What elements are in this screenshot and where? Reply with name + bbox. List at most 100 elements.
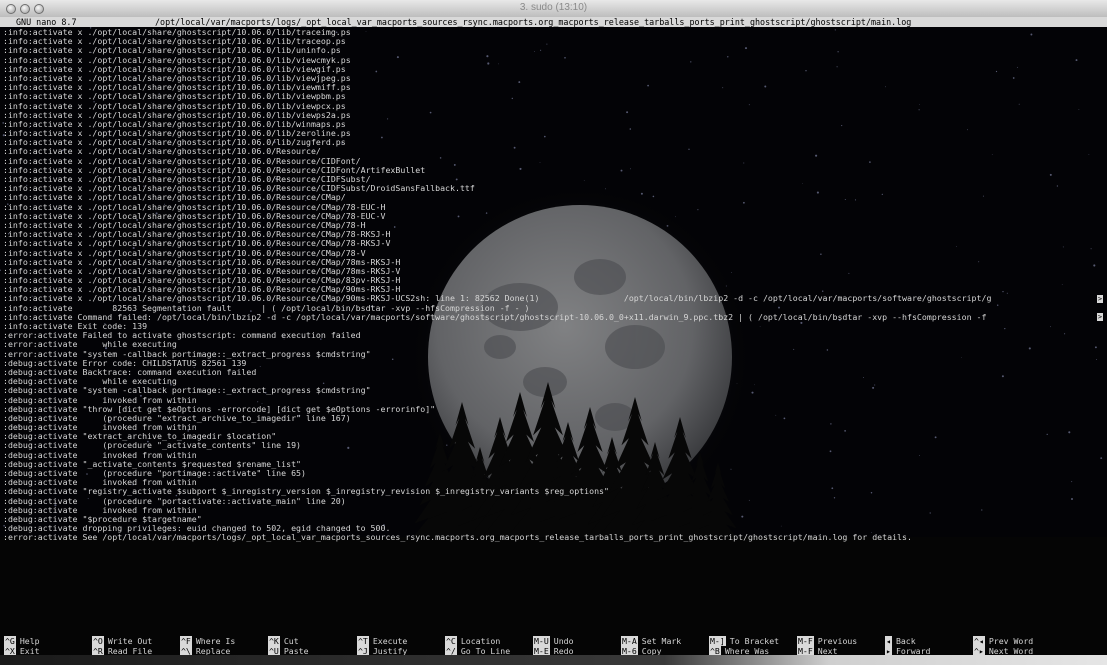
log-text-area[interactable]: :info:activate x ./opt/local/share/ghost…	[3, 28, 1103, 543]
log-line: :info:activate x ./opt/local/share/ghost…	[3, 55, 351, 65]
log-line: :info:activate x ./opt/local/share/ghost…	[3, 73, 351, 83]
shortcut-key: ^X	[4, 645, 16, 656]
nano-version: GNU nano 8.7	[16, 17, 77, 27]
log-line: :info:activate x ./opt/local/share/ghost…	[3, 202, 386, 212]
log-line: :info:activate Command failed: /opt/loca…	[3, 312, 992, 322]
log-line: :debug:activate "$procedure $targetname"	[3, 514, 202, 524]
log-line: :info:activate x ./opt/local/share/ghost…	[3, 138, 346, 148]
shortcut-key: ^\	[180, 645, 192, 656]
log-line: :error:activate "system -callback portim…	[3, 349, 371, 359]
log-line: :debug:activate "extract_archive_to_imag…	[3, 432, 277, 442]
log-line: :info:activate x ./opt/local/share/ghost…	[3, 184, 475, 194]
shortcut-label: Previous	[817, 636, 858, 646]
shortcut-key: ◂	[885, 636, 892, 646]
log-line: :info:activate x ./opt/local/share/ghost…	[3, 129, 351, 139]
shortcut-label: Back	[895, 636, 916, 646]
shortcut-label: Next	[817, 645, 838, 656]
log-line: :debug:activate (procedure "_activate_co…	[3, 441, 302, 451]
log-line: :info:activate Exit code: 139	[3, 322, 148, 331]
log-line: :info:activate x ./opt/local/share/ghost…	[3, 257, 401, 267]
shortcut-key: ^O	[92, 636, 104, 646]
log-line: :info:activate x ./opt/local/share/ghost…	[3, 211, 386, 221]
log-line: :info:activate x ./opt/local/share/ghost…	[3, 165, 426, 175]
log-line: :info:activate x ./opt/local/share/ghost…	[3, 248, 366, 258]
shortcut-label: Paste	[283, 645, 309, 656]
log-line: :debug:activate dropping privileges: eui…	[3, 524, 391, 534]
log-line: :debug:activate "_activate_contents $req…	[3, 459, 302, 469]
line-overflow-marker: >	[1097, 313, 1103, 322]
log-line: :info:activate x ./opt/local/share/ghost…	[3, 230, 391, 240]
log-line: :debug:activate "throw [dict get $eOptio…	[3, 404, 436, 414]
log-line: :info:activate x ./opt/local/share/ghost…	[3, 276, 401, 286]
shortcut-label: Redo	[553, 645, 574, 656]
log-line: :error:activate while executing	[3, 340, 177, 350]
log-line: :info:activate x ./opt/local/share/ghost…	[3, 239, 391, 249]
shortcut-label: Help	[19, 636, 40, 646]
shortcut-key: M-]	[709, 636, 726, 646]
shortcut-key: ^C	[445, 636, 457, 646]
log-line: :info:activate x ./opt/local/share/ghost…	[3, 37, 346, 47]
shortcut-key: ^F	[180, 636, 192, 646]
shortcut-key: ^G	[4, 636, 16, 646]
shortcut-label: Write Out	[107, 636, 153, 646]
log-line: :info:activate x ./opt/local/share/ghost…	[3, 92, 346, 102]
line-overflow-marker: >	[1097, 294, 1103, 303]
shortcut-key: ^/	[445, 645, 457, 656]
shortcut-label: Forward	[895, 645, 931, 656]
log-line: :debug:activate invoked from within	[3, 478, 197, 488]
log-line: :debug:activate invoked from within	[3, 450, 197, 460]
shortcut-key: ^▸	[973, 645, 985, 656]
shortcut-label: Set Mark	[641, 636, 682, 646]
log-line: :info:activate x ./opt/local/share/ghost…	[3, 266, 401, 276]
log-line: :info:activate x ./opt/local/share/ghost…	[3, 147, 321, 157]
log-line: :info:activate x ./opt/local/share/ghost…	[3, 83, 351, 93]
shortcut-label: To Bracket	[729, 636, 780, 646]
shortcut-key: ^J	[357, 645, 369, 656]
log-line: :debug:activate "registry_activate $subp…	[3, 487, 609, 497]
shortcut-label: Prev Word	[988, 636, 1034, 646]
window-titlebar: 3. sudo (13:10)	[0, 0, 1107, 18]
log-line: :info:activate x ./opt/local/share/ghost…	[3, 28, 351, 37]
shortcut-key: M-E	[533, 645, 550, 656]
shortcut-label: Replace	[195, 645, 231, 656]
shortcut-key: ^K	[268, 636, 280, 646]
log-line: :info:activate x ./opt/local/share/ghost…	[3, 193, 346, 203]
log-line: :info:activate x ./opt/local/share/ghost…	[3, 220, 366, 230]
nano-title-bar: GNU nano 8.7 /opt/local/var/macports/log…	[0, 17, 1107, 27]
log-line: :debug:activate while executing	[3, 377, 177, 387]
desktop-background-strip	[0, 655, 1107, 665]
shortcut-key: M-6	[621, 645, 638, 656]
log-line: :info:activate x ./opt/local/share/ghost…	[3, 175, 371, 184]
log-line: :info:activate x ./opt/local/share/ghost…	[3, 294, 992, 304]
log-line: :debug:activate (procedure "extract_arch…	[3, 413, 351, 423]
log-line: :debug:activate invoked from within	[3, 505, 197, 515]
shortcut-label: Justify	[372, 645, 408, 656]
shortcut-key: M-U	[533, 636, 550, 646]
shortcut-key: ^B	[709, 645, 721, 656]
log-line: :error:activate See /opt/local/var/macpo…	[3, 533, 912, 543]
shortcut-label: Where Is	[195, 636, 236, 646]
shortcut-key: M-F	[797, 636, 814, 646]
log-line: :info:activate 82563 Segmentation fault …	[3, 303, 530, 313]
log-line: :info:activate x ./opt/local/share/ghost…	[3, 285, 401, 295]
shortcut-label: Next Word	[988, 645, 1034, 656]
window-title: 3. sudo (13:10)	[519, 2, 588, 13]
log-line: :error:activate Failed to activate ghost…	[3, 331, 361, 341]
log-line: :info:activate x ./opt/local/share/ghost…	[3, 64, 346, 74]
terminal-view[interactable]: GNU nano 8.7 /opt/local/var/macports/log…	[0, 17, 1107, 665]
log-line: :debug:activate Error code: CHILDSTATUS …	[3, 358, 247, 368]
log-line: :info:activate x ./opt/local/share/ghost…	[3, 156, 361, 166]
log-line: :info:activate x ./opt/local/share/ghost…	[3, 46, 341, 56]
log-line: :debug:activate invoked from within	[3, 423, 197, 433]
shortcut-key: M-A	[621, 636, 638, 646]
shortcut-key: ▸	[885, 645, 892, 656]
shortcut-key: ^T	[357, 636, 369, 646]
log-line: :info:activate x ./opt/local/share/ghost…	[3, 119, 346, 129]
file-path: /opt/local/var/macports/logs/_opt_local_…	[155, 17, 912, 27]
log-line: :debug:activate (procedure "portactivate…	[3, 496, 346, 506]
shortcut-label: Read File	[107, 645, 153, 656]
shortcut-label: Exit	[19, 645, 40, 656]
shortcut-label: Where Was	[724, 645, 770, 656]
shortcut-key: M-F	[797, 645, 814, 656]
log-line: :info:activate x ./opt/local/share/ghost…	[3, 110, 351, 120]
